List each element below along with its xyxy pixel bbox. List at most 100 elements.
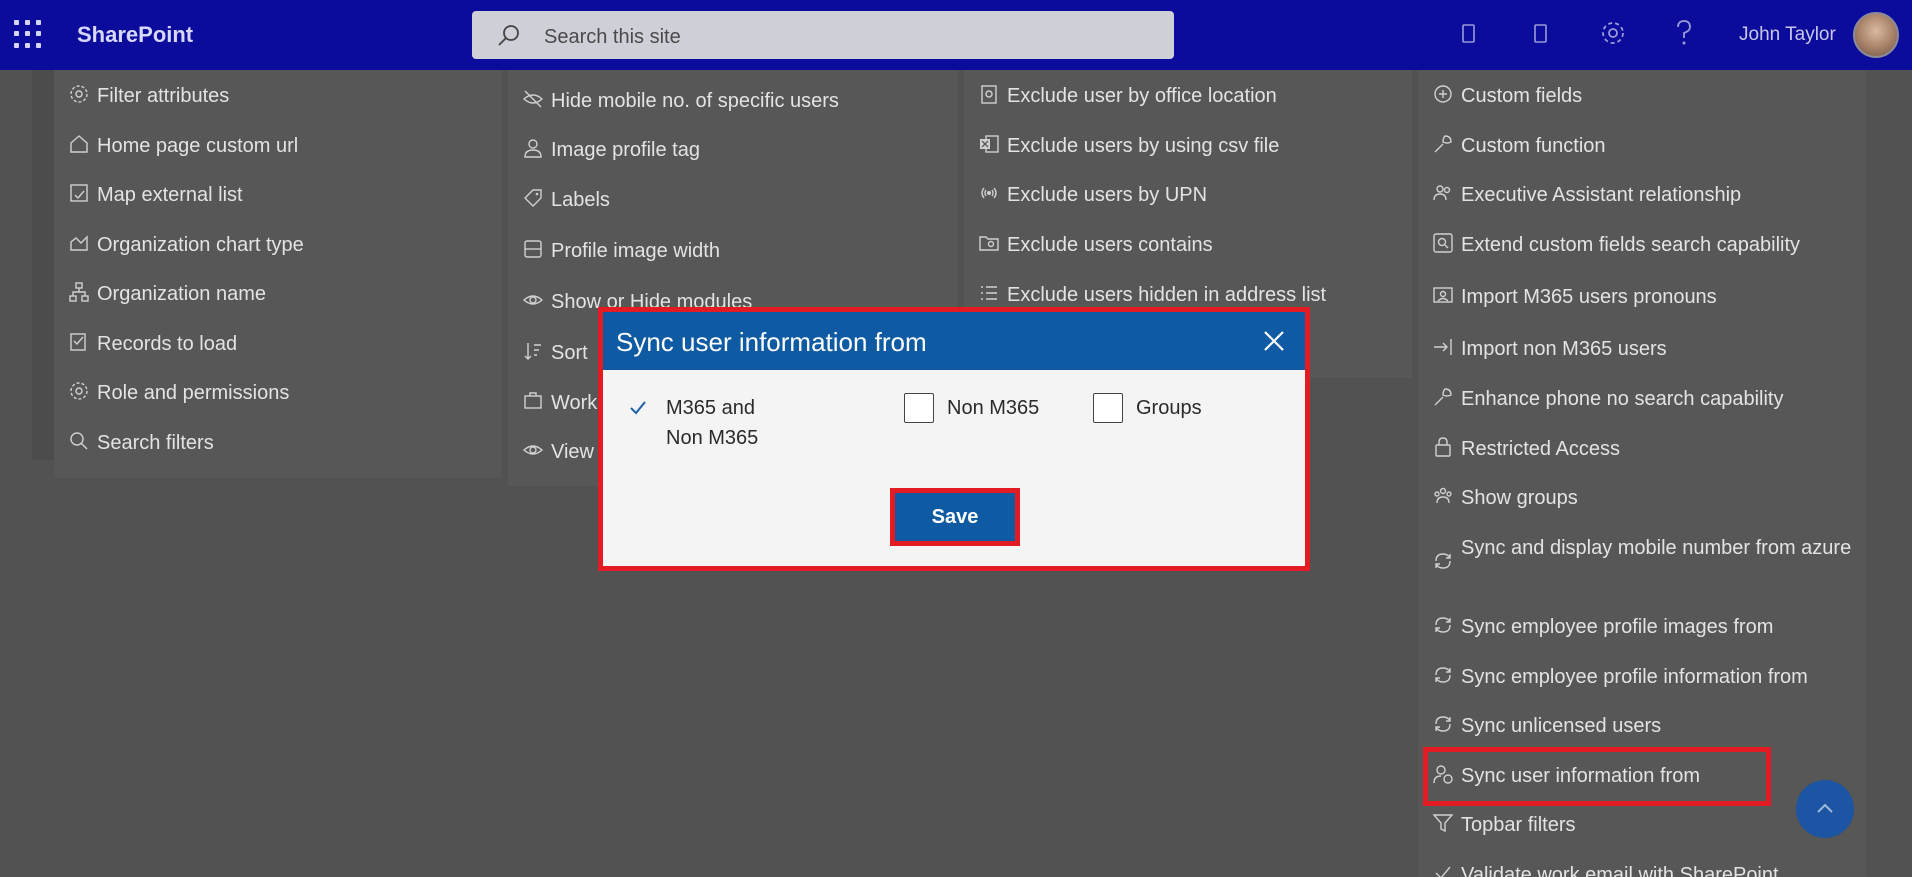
checkmark-icon: [630, 401, 646, 415]
import-non-m365-users-link[interactable]: Import non M365 users: [1432, 334, 1667, 364]
custom-fields-link[interactable]: Custom fields: [1432, 81, 1582, 111]
dialog-header: Sync user information from: [603, 312, 1305, 370]
topbar-filters-link[interactable]: Topbar filters: [1432, 810, 1576, 840]
eye-icon: [522, 295, 544, 305]
person-icon: [524, 139, 542, 158]
map-list-icon: [70, 184, 88, 202]
excel-icon: [980, 135, 999, 153]
m365-and-non-m365-label: M365 and Non M365: [666, 397, 759, 449]
custom-function-link[interactable]: Custom function: [1432, 131, 1606, 161]
contact-card-icon: [1433, 287, 1453, 303]
exclude-by-office-location-link[interactable]: Exclude user by office location: [978, 81, 1277, 111]
restricted-access-link[interactable]: Restricted Access: [1432, 434, 1620, 464]
validate-work-email-link[interactable]: Validate work email with SharePoint: [1432, 860, 1779, 877]
profile-image-width-link[interactable]: Profile image width: [522, 236, 720, 266]
hide-mobile-no-link[interactable]: Hide mobile no. of specific users: [522, 86, 839, 116]
enhance-phone-search-link[interactable]: Enhance phone no search capability: [1432, 384, 1783, 414]
search-icon: [70, 432, 88, 450]
gear-badge-icon: [70, 382, 88, 400]
filter-icon: [1432, 814, 1454, 833]
phone-icon[interactable]: [1460, 20, 1478, 50]
view-link[interactable]: View: [522, 437, 594, 467]
role-and-permissions-link[interactable]: Role and permissions: [68, 378, 289, 408]
search-box-icon: [1433, 233, 1453, 253]
groups-checkbox[interactable]: [1093, 393, 1123, 423]
wrench-icon: [1434, 388, 1452, 406]
plus-circle-icon: [1434, 85, 1452, 103]
layout-icon: [524, 240, 542, 258]
exclude-by-upn-link[interactable]: Exclude users by UPN: [978, 180, 1207, 210]
suite-header: SharePoint Search this site John Taylor: [0, 0, 1912, 70]
brand-name[interactable]: SharePoint: [77, 22, 193, 48]
non-m365-label: Non M365: [947, 397, 1040, 419]
sort-icon: [524, 343, 541, 360]
image-profile-tag-link[interactable]: Image profile tag: [522, 135, 700, 165]
save-button[interactable]: Save: [895, 493, 1015, 541]
search-filters-link[interactable]: Search filters: [68, 428, 214, 458]
check-icon: [1435, 866, 1451, 877]
organization-name-link[interactable]: Organization name: [68, 279, 266, 309]
search-placeholder: Search this site: [544, 26, 681, 48]
organization-chart-type-link[interactable]: Organization chart type: [68, 230, 304, 260]
sync-icon: [1435, 553, 1451, 569]
scroll-to-top-button[interactable]: [1796, 780, 1854, 838]
tag-icon: [524, 189, 542, 207]
search-icon: [498, 25, 519, 46]
app-launcher-icon[interactable]: [14, 20, 42, 48]
help-icon[interactable]: [1673, 18, 1695, 48]
search-box[interactable]: Search this site: [472, 11, 1174, 59]
gear-badge-icon: [70, 85, 88, 103]
filter-attributes-link[interactable]: Filter attributes: [68, 81, 229, 111]
show-groups-link[interactable]: Show groups: [1432, 483, 1578, 513]
exclude-hidden-address-list-link[interactable]: Exclude users hidden in address list: [978, 280, 1326, 310]
sync-icon: [1435, 716, 1451, 732]
work-icon: [524, 392, 542, 409]
sync-user-information-dialog: Sync user information from M365 and Non …: [603, 312, 1305, 566]
lock-icon: [1435, 437, 1451, 457]
user-avatar[interactable]: [1853, 12, 1899, 58]
map-external-list-link[interactable]: Map external list: [68, 180, 243, 210]
wrench-icon: [1434, 135, 1452, 153]
dialog-title: Sync user information from: [616, 327, 927, 357]
non-m365-checkbox[interactable]: [904, 393, 934, 423]
settings-gear-icon[interactable]: [1599, 19, 1627, 47]
import-icon: [1434, 339, 1452, 355]
sync-unlicensed-users-link[interactable]: Sync unlicensed users: [1432, 711, 1661, 741]
folder-search-icon: [979, 236, 999, 251]
executive-assistant-link[interactable]: Executive Assistant relationship: [1432, 180, 1741, 210]
sync-profile-information-link[interactable]: Sync employee profile information from: [1432, 662, 1808, 692]
tablet-icon[interactable]: [1532, 20, 1550, 50]
sync-profile-images-link[interactable]: Sync employee profile images from: [1432, 612, 1773, 642]
chart-area-icon: [70, 235, 88, 251]
option-non-m365[interactable]: Non M365: [904, 393, 1039, 423]
work-link[interactable]: Work: [522, 388, 597, 418]
broadcast-icon: [981, 187, 997, 199]
eye-off-icon: [522, 90, 544, 108]
sync-icon: [1435, 617, 1451, 633]
labels-link[interactable]: Labels: [522, 185, 610, 215]
eye-icon: [522, 445, 544, 455]
list-icon: [981, 286, 997, 300]
exclude-users-contains-link[interactable]: Exclude users contains: [978, 230, 1213, 260]
chevron-up-icon: [1817, 803, 1833, 813]
groups-label: Groups: [1136, 397, 1202, 419]
home-icon: [70, 135, 88, 153]
extend-custom-fields-search-link[interactable]: Extend custom fields search capability: [1432, 230, 1800, 260]
sort-link[interactable]: Sort: [522, 338, 588, 368]
records-to-load-link[interactable]: Records to load: [68, 329, 237, 359]
option-m365-and-non-m365[interactable]: M365 and Non M365: [623, 393, 786, 453]
checklist-icon: [70, 333, 86, 351]
exclude-by-csv-link[interactable]: Exclude users by using csv file: [978, 131, 1279, 161]
building-icon: [981, 85, 997, 104]
sync-user-information-highlight: [1423, 747, 1771, 806]
sync-icon: [1435, 667, 1451, 683]
home-page-custom-url-link[interactable]: Home page custom url: [68, 131, 298, 161]
sync-mobile-number-azure-link[interactable]: Sync and display mobile number from azur…: [1432, 533, 1881, 572]
option-groups[interactable]: Groups: [1093, 393, 1202, 423]
m365-and-non-m365-checkbox[interactable]: [623, 393, 653, 423]
user-name[interactable]: John Taylor: [1739, 24, 1836, 46]
close-icon[interactable]: [1259, 326, 1289, 356]
org-tree-icon: [69, 282, 89, 302]
people-icon: [1433, 185, 1451, 201]
import-m365-pronouns-link[interactable]: Import M365 users pronouns: [1432, 282, 1717, 312]
